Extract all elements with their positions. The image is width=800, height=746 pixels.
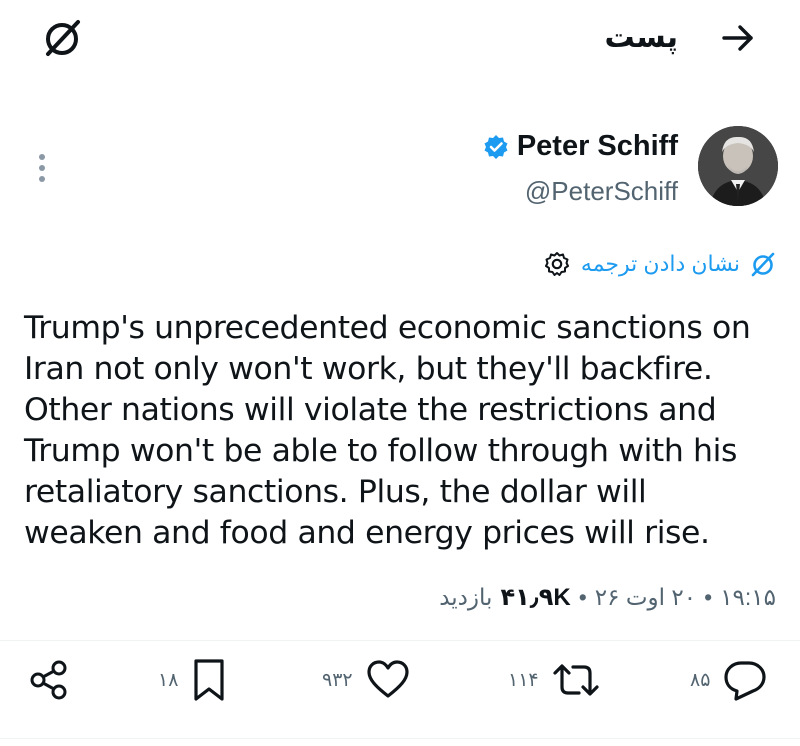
reply-button[interactable]: ۸۵ [690, 650, 768, 710]
repost-icon [553, 664, 599, 696]
repost-count: ۱۱۴ [508, 669, 539, 691]
arrow-right-icon[interactable] [718, 18, 758, 58]
tweet-time[interactable]: ۱۹:۱۵ [720, 584, 776, 611]
page-title: پست [604, 21, 678, 54]
share-button[interactable] [26, 650, 72, 710]
tweet-date[interactable]: ۲۰ اوت ۲۶ [595, 584, 696, 611]
share-icon [30, 660, 67, 700]
divider [0, 640, 800, 641]
avatar[interactable] [698, 126, 778, 206]
bookmark-count: ۱۸ [158, 669, 179, 691]
action-bar: ۱۸ ۹۳۲ ۱۱۴ ۸۵ [0, 650, 800, 710]
views-label: بازدید [439, 584, 493, 610]
reply-count: ۸۵ [690, 669, 711, 691]
tweet-text: Trump's unprecedented economic sanctions… [24, 310, 751, 551]
repost-button[interactable]: ۱۱۴ [508, 650, 601, 710]
translate-row: نشان دادن ترجمه [543, 250, 776, 278]
top-bar: پست [0, 0, 800, 82]
like-button[interactable]: ۹۳۲ [322, 650, 411, 710]
more-options-icon[interactable] [35, 152, 49, 184]
tweet-page: پست Peter Schiff @PeterSchiff نشان دادن … [0, 0, 800, 746]
divider [0, 738, 800, 739]
globe-icon [751, 252, 775, 277]
verified-badge-icon [484, 134, 508, 159]
author-name-row[interactable]: Peter Schiff [483, 130, 678, 163]
display-name: Peter Schiff [516, 130, 678, 162]
views-count[interactable]: ۴۱٫۹K [500, 583, 570, 612]
meta-separator: • [704, 584, 713, 610]
bookmark-icon [194, 659, 225, 701]
bookmark-button[interactable]: ۱۸ [158, 650, 228, 710]
x-logo-icon[interactable] [40, 16, 84, 60]
gear-icon[interactable] [543, 250, 571, 278]
heart-icon [367, 660, 409, 698]
like-count: ۹۳۲ [322, 669, 353, 691]
reply-icon [724, 661, 767, 701]
meta-separator: • [578, 584, 587, 610]
tweet-meta: ۱۹:۱۵ • ۲۰ اوت ۲۶ • ۴۱٫۹K بازدید [439, 583, 776, 612]
show-translation-link[interactable]: نشان دادن ترجمه [581, 251, 740, 277]
user-handle[interactable]: @PeterSchiff [525, 176, 678, 207]
